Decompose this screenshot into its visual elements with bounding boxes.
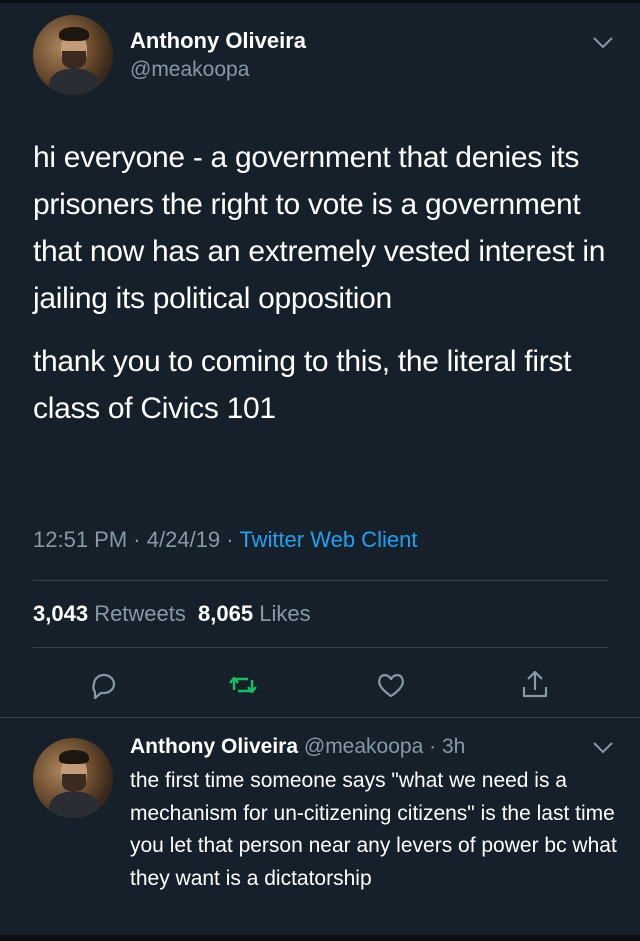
reply-header: Anthony Oliveira @meakoopa · 3h (130, 735, 466, 758)
tweet-time[interactable]: 12:51 PM (33, 527, 127, 552)
reply-author-avatar[interactable] (33, 738, 113, 818)
retweets-stat[interactable]: 3,043 Retweets (33, 601, 186, 626)
likes-label: Likes (259, 601, 311, 626)
bottom-edge (0, 935, 640, 941)
likes-count: 8,065 (198, 601, 254, 626)
chevron-down-icon[interactable] (592, 36, 614, 50)
reply-text: the first time someone says "what we nee… (130, 769, 617, 890)
divider (0, 717, 640, 718)
share-icon[interactable] (518, 668, 552, 702)
tweet-text: hi everyone - a government that denies i… (33, 134, 623, 432)
tweet-paragraph: thank you to coming to this, the literal… (33, 345, 572, 425)
author-name[interactable]: Anthony Oliveira (130, 28, 306, 54)
likes-stat[interactable]: 8,065 Likes (198, 601, 311, 626)
divider (33, 647, 608, 648)
author-avatar[interactable] (33, 15, 113, 95)
reply-icon[interactable] (87, 668, 121, 702)
tweet-stats: 3,043 Retweets 8,065 Likes (33, 601, 311, 627)
chevron-down-icon[interactable] (592, 741, 614, 755)
top-edge (0, 0, 640, 3)
divider (33, 580, 608, 581)
tweet-date[interactable]: 4/24/19 (147, 527, 220, 552)
tweet-meta: 12:51 PM · 4/24/19 · Twitter Web Client (33, 527, 418, 552)
tweet-client-link[interactable]: Twitter Web Client (239, 527, 417, 552)
reply-author-handle[interactable]: @meakoopa (304, 735, 423, 758)
author-handle[interactable]: @meakoopa (130, 58, 249, 82)
retweets-label: Retweets (94, 601, 186, 626)
tweet-paragraph: hi everyone - a government that denies i… (33, 141, 606, 315)
like-icon[interactable] (374, 668, 408, 702)
reply-age[interactable]: 3h (442, 735, 465, 758)
retweets-count: 3,043 (33, 601, 89, 626)
retweet-icon[interactable] (226, 668, 260, 702)
reply-author-name[interactable]: Anthony Oliveira (130, 735, 298, 758)
